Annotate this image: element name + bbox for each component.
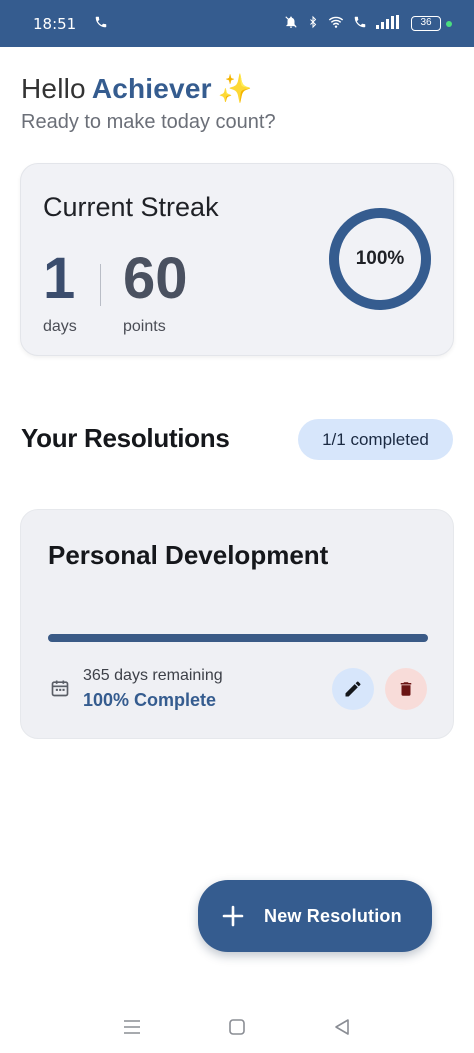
status-time: 18:51 bbox=[33, 14, 77, 33]
greeting-subtitle: Ready to make today count? bbox=[21, 111, 276, 133]
system-nav-bar bbox=[0, 1000, 474, 1053]
battery-indicator: 36 bbox=[411, 16, 452, 31]
wifi-call-icon bbox=[353, 15, 367, 32]
status-bar: 18:51 36 bbox=[0, 0, 474, 47]
back-triangle-icon bbox=[334, 1018, 349, 1035]
resolution-progress-bar bbox=[48, 634, 428, 642]
call-icon bbox=[94, 15, 108, 32]
battery-dot-icon bbox=[446, 20, 452, 27]
greeting-name: Achiever bbox=[91, 73, 212, 104]
home-square-icon bbox=[229, 1018, 245, 1035]
streak-days-label: days bbox=[43, 318, 77, 335]
streak-days-value: 1 bbox=[43, 246, 76, 311]
pencil-icon bbox=[345, 681, 361, 697]
streak-progress-label: 100% bbox=[355, 248, 405, 269]
stat-divider bbox=[100, 264, 101, 306]
signal-icon bbox=[376, 15, 402, 32]
plus-icon bbox=[222, 899, 244, 933]
resolution-card[interactable]: Personal Development 365 days remaining … bbox=[20, 509, 454, 739]
delete-resolution-button[interactable] bbox=[385, 668, 427, 710]
home-button[interactable] bbox=[217, 1007, 257, 1047]
edit-resolution-button[interactable] bbox=[332, 668, 374, 710]
trash-icon bbox=[400, 682, 412, 696]
streak-points-value: 60 bbox=[123, 246, 188, 311]
resolutions-title: Your Resolutions bbox=[21, 423, 230, 453]
status-icons: 36 bbox=[284, 15, 452, 32]
recent-apps-button[interactable] bbox=[112, 1007, 152, 1047]
streak-title: Current Streak bbox=[43, 192, 219, 222]
new-resolution-label: New Resolution bbox=[264, 905, 402, 926]
greeting: Hello Achiever ✨ bbox=[21, 72, 253, 105]
menu-icon bbox=[124, 1019, 141, 1034]
new-resolution-button[interactable]: New Resolution bbox=[198, 880, 432, 952]
streak-points-label: points bbox=[123, 318, 166, 335]
resolution-complete-label: 100% Complete bbox=[83, 690, 217, 710]
back-button[interactable] bbox=[322, 1007, 362, 1047]
wifi-icon bbox=[328, 15, 344, 32]
battery-level: 36 bbox=[411, 16, 441, 31]
streak-card: Current Streak 1 days 60 points 100% bbox=[20, 163, 454, 356]
resolution-title: Personal Development bbox=[48, 540, 329, 570]
streak-points-stat: 60 points bbox=[123, 246, 188, 336]
bluetooth-icon bbox=[307, 15, 319, 32]
sparkles-icon: ✨ bbox=[217, 73, 253, 104]
calendar-icon bbox=[51, 680, 69, 697]
streak-days-stat: 1 days bbox=[43, 246, 77, 336]
mute-icon bbox=[284, 15, 298, 32]
resolution-progress-fill bbox=[48, 634, 428, 642]
greeting-hello: Hello bbox=[21, 73, 86, 104]
resolution-remaining: 365 days remaining bbox=[83, 667, 223, 684]
completed-badge: 1/1 completed bbox=[298, 419, 453, 460]
